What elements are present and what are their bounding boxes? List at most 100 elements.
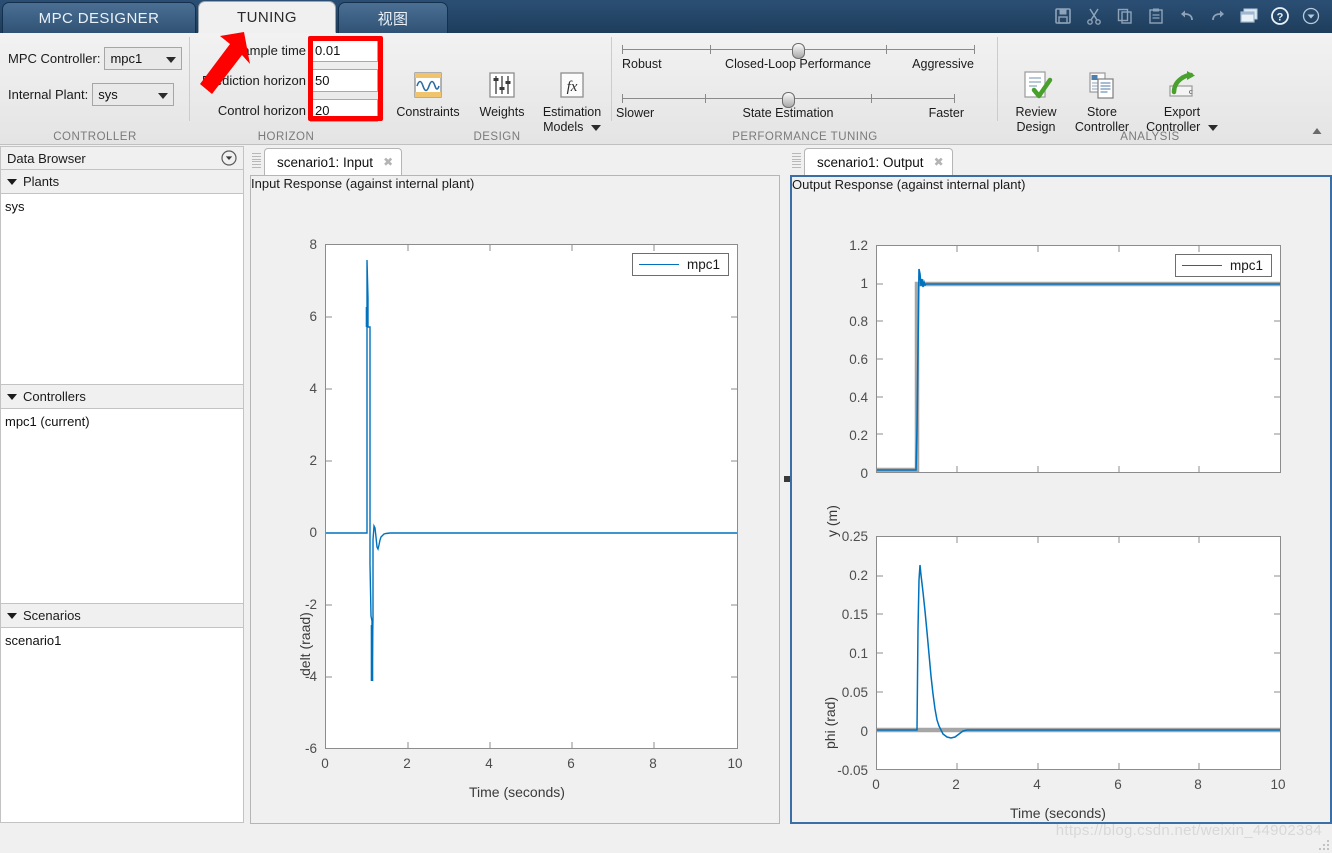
doctab-scenario1-input[interactable]: scenario1: Input ✖ — [264, 148, 403, 175]
closed-loop-performance-slider[interactable]: Robust Closed-Loop Performance Aggressiv… — [622, 43, 975, 74]
estimation-models-button[interactable]: fx Estimation Models — [532, 67, 612, 135]
estimation-models-label-line1: Estimation — [542, 105, 602, 119]
close-icon[interactable]: ✖ — [934, 155, 944, 169]
cut-icon[interactable] — [1081, 3, 1107, 29]
output-response-xlabel: Time (seconds) — [1010, 805, 1106, 821]
review-design-button[interactable]: Review Design — [998, 67, 1074, 135]
document-body-output: Output Response (against internal plant)… — [790, 175, 1332, 824]
triangle-down-icon — [7, 178, 17, 185]
panel-options-icon[interactable] — [221, 150, 237, 169]
chevron-down-icon[interactable] — [1298, 3, 1324, 29]
svg-text:fx: fx — [567, 79, 578, 95]
ribbon-toolbar: MPC Controller: mpc1 Internal Plant: sys… — [0, 33, 1332, 145]
sidebar-section-scenarios-header[interactable]: Scenarios — [1, 604, 243, 628]
save-icon[interactable] — [1050, 3, 1076, 29]
store-controller-button[interactable]: Store Controller — [1064, 67, 1140, 135]
input-response-xlabel: Time (seconds) — [469, 784, 565, 800]
scenarios-list[interactable]: scenario1 — [1, 628, 243, 822]
watermark: https://blog.csdn.net/weixin_44902384 — [1055, 822, 1322, 839]
output-response-y-axes: mpc1 — [876, 245, 1281, 473]
tab-tuning-label: TUNING — [237, 8, 297, 26]
store-controller-label-line1: Store — [1087, 105, 1117, 119]
weights-button[interactable]: Weights — [464, 67, 540, 120]
doctab-scenario1-input-label: scenario1: Input — [277, 154, 374, 170]
input-response-plot: Input Response (against internal plant) … — [251, 176, 779, 823]
drag-handle-icon[interactable] — [792, 152, 801, 169]
closed-loop-left-label: Robust — [622, 57, 662, 71]
input-response-title: Input Response (against internal plant) — [251, 176, 475, 191]
svg-text:c: c — [1189, 87, 1193, 96]
tab-view-label: 视图 — [377, 10, 409, 28]
internal-plant-select[interactable]: sys — [92, 83, 175, 106]
output-response-y-series — [877, 246, 1280, 472]
red-highlight-box — [308, 36, 383, 121]
layout-icon[interactable] — [1236, 3, 1262, 29]
document-tabbar-input: scenario1: Input ✖ — [250, 146, 780, 175]
plants-list[interactable]: sys — [1, 194, 243, 384]
ribbon-group-design: Constraints Weights fx Estimation Models… — [382, 33, 612, 145]
output-response-legend: mpc1 — [1174, 254, 1272, 277]
review-design-label-line1: Review — [1015, 105, 1057, 119]
mpc-controller-value: mpc1 — [110, 51, 143, 66]
quick-access-toolbar: ? — [1050, 3, 1324, 29]
ribbon-group-analysis: Review Design Store Controller c Export … — [998, 33, 1318, 145]
undo-icon[interactable] — [1174, 3, 1200, 29]
state-estimation-left-label: Slower — [616, 106, 655, 120]
review-design-icon — [998, 67, 1074, 105]
ribbon-group-controller-label: CONTROLLER — [53, 131, 137, 143]
state-estimation-slider[interactable]: Slower State Estimation Faster — [616, 92, 964, 123]
internal-plant-label: Internal Plant: — [8, 87, 89, 102]
document-panel-input: scenario1: Input ✖ Input Response (again… — [250, 146, 780, 824]
collapse-ribbon-button[interactable] — [1308, 124, 1326, 142]
data-browser-panel: Data Browser Plants sys Controllers mpc1… — [0, 146, 244, 824]
export-controller-label-line1: Export — [1163, 105, 1201, 119]
sidebar-section-controllers-header[interactable]: Controllers — [1, 385, 243, 409]
list-item[interactable]: sys — [5, 198, 243, 215]
internal-plant-value: sys — [98, 87, 118, 102]
doctab-scenario1-output[interactable]: scenario1: Output ✖ — [804, 148, 953, 175]
chevron-down-icon[interactable] — [1207, 124, 1218, 131]
chevron-down-icon[interactable] — [590, 124, 601, 131]
prediction-horizon-label: Prediction horizon — [201, 73, 306, 88]
legend-label-mpc1: mpc1 — [1229, 258, 1263, 273]
ribbon-group-performance-tuning: Robust Closed-Loop Performance Aggressiv… — [612, 33, 998, 145]
export-controller-button[interactable]: c Export Controller — [1138, 67, 1226, 135]
redo-icon[interactable] — [1205, 3, 1231, 29]
tab-tuning[interactable]: TUNING — [198, 1, 336, 33]
controllers-list[interactable]: mpc1 (current) — [1, 409, 243, 603]
legend-label-mpc1: mpc1 — [686, 257, 720, 272]
drag-handle-icon[interactable] — [252, 152, 261, 169]
help-icon[interactable]: ? — [1267, 3, 1293, 29]
chevron-down-icon — [158, 92, 169, 99]
output-response-plot: Output Response (against internal plant)… — [792, 177, 1330, 822]
sidebar-section-plants: Plants sys — [0, 170, 244, 385]
tab-mpc-designer-label: MPC DESIGNER — [38, 9, 160, 27]
mpc-controller-label: MPC Controller: — [8, 51, 101, 66]
ribbon-group-horizon-label: HORIZON — [257, 131, 315, 143]
list-item[interactable]: scenario1 — [5, 632, 243, 649]
list-item[interactable]: mpc1 (current) — [5, 413, 243, 430]
ribbon-group-performance-tuning-label: PERFORMANCE TUNING — [732, 131, 878, 143]
triangle-down-icon — [7, 612, 17, 619]
doctab-scenario1-output-label: scenario1: Output — [817, 154, 924, 170]
slider-track[interactable] — [622, 92, 955, 108]
mpc-controller-row: MPC Controller: mpc1 — [8, 47, 183, 70]
paste-icon[interactable] — [1143, 3, 1169, 29]
tab-view[interactable]: 视图 — [338, 2, 448, 33]
tab-mpc-designer[interactable]: MPC DESIGNER — [2, 2, 196, 33]
ribbon-group-design-label: DESIGN — [473, 131, 521, 143]
close-icon[interactable]: ✖ — [383, 155, 393, 169]
control-horizon-label: Control horizon — [217, 103, 306, 118]
copy-icon[interactable] — [1112, 3, 1138, 29]
document-body-input: Input Response (against internal plant) … — [250, 175, 780, 824]
ribbon-group-controller: MPC Controller: mpc1 Internal Plant: sys… — [0, 33, 190, 145]
constraints-button[interactable]: Constraints — [390, 67, 466, 120]
output-response-phi-ylabel: phi (rad) — [822, 696, 838, 749]
mpc-controller-select[interactable]: mpc1 — [104, 47, 183, 70]
slider-track[interactable] — [622, 43, 975, 59]
output-response-title: Output Response (against internal plant) — [792, 177, 1026, 192]
sidebar-section-plants-header[interactable]: Plants — [1, 170, 243, 194]
sidebar-section-controllers: Controllers mpc1 (current) — [0, 385, 244, 604]
window-resize-grip[interactable] — [1317, 838, 1329, 850]
weights-icon — [464, 67, 540, 105]
